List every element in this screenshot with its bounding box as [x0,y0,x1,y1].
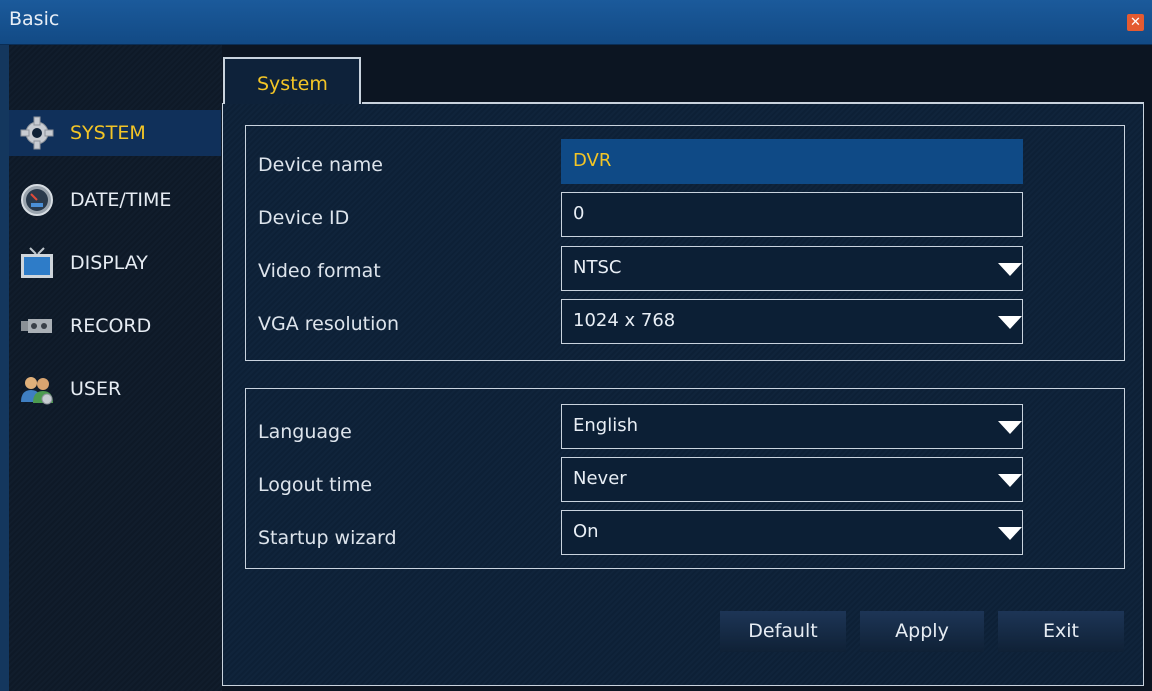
vga-resolution-select[interactable]: 1024 x 768 [561,299,1023,344]
close-icon: ✕ [1130,15,1141,30]
video-format-value: NTSC [573,257,622,278]
device-name-input[interactable]: DVR [561,139,1023,184]
basic-settings-window: Basic ✕ SYSTEM DATE/TIME DISPLAY RECORD … [0,0,1152,691]
gear-icon [20,116,54,150]
sidebar-item-label: DATE/TIME [70,189,172,211]
exit-button[interactable]: Exit [998,611,1124,652]
tab-strip-line [362,102,1144,104]
chevron-down-icon [998,421,1022,434]
startup-wizard-value: On [573,521,599,542]
chevron-down-icon [998,263,1022,276]
startup-wizard-label: Startup wizard [258,527,397,549]
users-icon [20,372,54,406]
tab-label: System [257,73,328,95]
chevron-down-icon [998,316,1022,329]
logout-time-select[interactable]: Never [561,457,1023,502]
sidebar-item-system[interactable]: SYSTEM [9,110,221,156]
default-button[interactable]: Default [720,611,846,652]
window-title: Basic [9,8,60,30]
video-format-select[interactable]: NTSC [561,246,1023,291]
language-label: Language [258,421,352,443]
device-id-value: 0 [573,203,585,224]
startup-wizard-select[interactable]: On [561,510,1023,555]
tv-icon [20,246,54,280]
device-name-value: DVR [573,150,612,171]
device-id-input[interactable]: 0 [561,192,1023,237]
chevron-down-icon [998,527,1022,540]
sidebar-item-display[interactable]: DISPLAY [9,240,221,286]
sidebar-item-datetime[interactable]: DATE/TIME [9,177,221,223]
sidebar-item-label: USER [70,378,122,400]
sidebar-item-label: DISPLAY [70,252,148,274]
sidebar-item-label: RECORD [70,315,152,337]
vga-resolution-label: VGA resolution [258,313,400,335]
sidebar-item-label: SYSTEM [70,122,146,144]
close-button[interactable]: ✕ [1127,14,1144,31]
left-edge [0,45,9,691]
video-format-label: Video format [258,260,381,282]
title-bar: Basic ✕ [0,0,1152,45]
device-name-label: Device name [258,154,383,176]
logout-time-value: Never [573,468,627,489]
sidebar-item-record[interactable]: RECORD [9,303,221,349]
tab-system[interactable]: System [223,57,361,104]
language-select[interactable]: English [561,404,1023,449]
apply-button[interactable]: Apply [860,611,984,652]
vga-resolution-value: 1024 x 768 [573,310,676,331]
device-id-label: Device ID [258,207,350,229]
clock-icon [20,183,54,217]
language-value: English [573,415,638,436]
chevron-down-icon [998,474,1022,487]
logout-time-label: Logout time [258,474,373,496]
sidebar-item-user[interactable]: USER [9,366,221,412]
camera-icon [20,309,54,343]
